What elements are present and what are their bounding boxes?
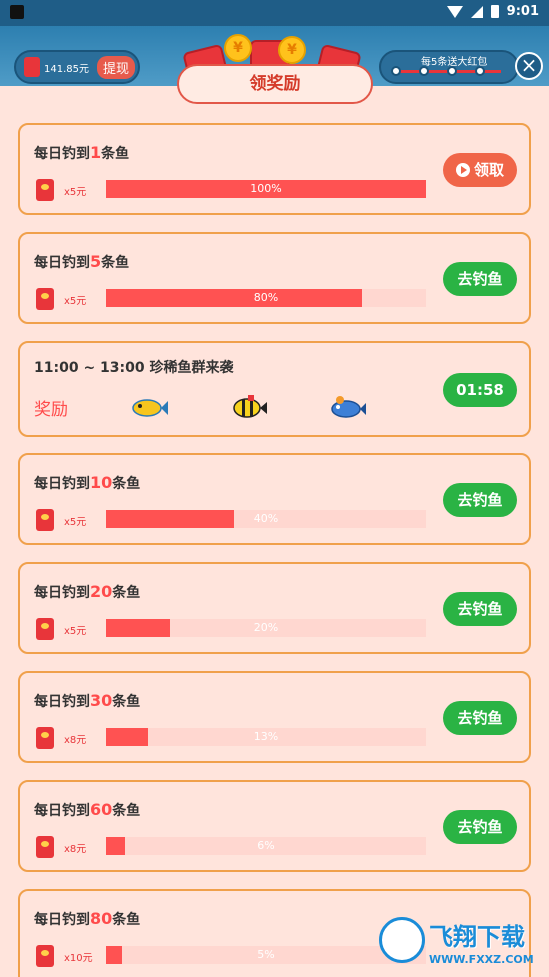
reward-amount: x8元 <box>64 844 87 855</box>
red-envelope-icon <box>36 509 54 531</box>
go-fishing-button[interactable]: 去钓鱼 <box>443 810 517 844</box>
reward-amount: x5元 <box>64 517 87 528</box>
red-envelope-icon <box>36 836 54 858</box>
task-card: 每日钓到20条鱼 x5元 20% 去钓鱼 <box>18 562 531 654</box>
play-icon <box>455 163 470 177</box>
coin-icon: ¥ <box>224 34 252 62</box>
progress-bar: 5% <box>106 946 426 964</box>
withdraw-button[interactable]: 提现 <box>97 55 136 79</box>
watermark-text: 飞翔下载 <box>429 923 525 951</box>
red-envelope-icon <box>36 179 54 201</box>
progress-label: 20% <box>253 621 279 634</box>
task-title: 每日钓到1条鱼 <box>34 143 130 162</box>
go-fishing-button[interactable]: 去钓鱼 <box>443 592 517 626</box>
red-envelope-icon <box>24 57 40 77</box>
progress-bar: 100% <box>106 180 426 198</box>
progress-bar: 6% <box>106 837 426 855</box>
progress-bar: 40% <box>106 510 426 528</box>
go-fishing-button[interactable]: 去钓鱼 <box>443 262 517 296</box>
logo-icon <box>379 917 425 963</box>
task-title: 每日钓到5条鱼 <box>34 252 130 271</box>
reward-amount: x5元 <box>64 187 87 198</box>
progress-dot <box>419 66 429 76</box>
coin-icon: ¥ <box>278 36 306 64</box>
task-title: 每日钓到10条鱼 <box>34 473 141 492</box>
close-icon[interactable]: × <box>515 52 543 80</box>
event-title: 11:00 ~ 13:00 珍稀鱼群来袭 <box>34 360 234 376</box>
red-envelope-icon <box>36 288 54 310</box>
progress-label: 13% <box>253 730 279 743</box>
event-reward-label: 奖励 <box>34 400 68 420</box>
signal-icon <box>470 5 483 18</box>
task-card: 每日钓到10条鱼 x5元 40% 去钓鱼 <box>18 453 531 545</box>
reward-amount: x10元 <box>64 953 93 964</box>
go-fishing-button[interactable]: 去钓鱼 <box>443 701 517 735</box>
clock: 9:01 <box>506 4 539 19</box>
progress-bar: 20% <box>106 619 426 637</box>
reward-amount: x8元 <box>64 735 87 746</box>
battery-icon <box>490 5 499 18</box>
progress-label: 80% <box>253 291 279 304</box>
wifi-icon <box>446 5 463 18</box>
red-envelope-icon <box>36 727 54 749</box>
red-envelope-icon <box>36 618 54 640</box>
watermark-logo: 飞翔下载 WWW.FXXZ.COM <box>379 913 539 975</box>
event-card: 11:00 ~ 13:00 珍稀鱼群来袭 奖励 01:58 <box>18 341 531 437</box>
notification-icon <box>10 5 24 19</box>
progress-label: 40% <box>253 512 279 525</box>
status-icons: 9:01 <box>446 4 539 19</box>
reward-amount: x5元 <box>64 296 87 307</box>
reward-panel: ¥ ¥ 领奖励 每日钓到1条鱼 x5元 100% 领取 每日钓到5条鱼 x5元 … <box>0 34 549 977</box>
fish-icon-yellow <box>132 399 168 417</box>
fish-icon-striped <box>233 395 267 418</box>
progress-label: 6% <box>257 839 275 852</box>
balance-amount: 141.85元 <box>44 63 89 75</box>
claim-button[interactable]: 领取 <box>443 153 517 187</box>
progress-bar: 13% <box>106 728 426 746</box>
status-bar: 9:01 <box>0 0 549 26</box>
fish-icon-blue <box>331 396 366 418</box>
progress-dot <box>391 66 401 76</box>
task-card: 每日钓到60条鱼 x8元 6% 去钓鱼 <box>18 780 531 872</box>
promo-progress: 每5条送大红包 <box>379 50 519 84</box>
balance-pill: 141.85元 提现 <box>14 50 140 84</box>
task-title: 每日钓到60条鱼 <box>34 800 141 819</box>
reward-amount: x5元 <box>64 626 87 637</box>
watermark-url: WWW.FXXZ.COM <box>429 953 534 966</box>
task-title: 每日钓到80条鱼 <box>34 909 141 928</box>
progress-label: 5% <box>257 948 275 961</box>
task-card: 每日钓到5条鱼 x5元 80% 去钓鱼 <box>18 232 531 324</box>
progress-bar: 80% <box>106 289 426 307</box>
go-fishing-button[interactable]: 去钓鱼 <box>443 483 517 517</box>
progress-label: 100% <box>250 182 282 195</box>
task-title: 每日钓到30条鱼 <box>34 691 141 710</box>
task-card: 每日钓到30条鱼 x8元 13% 去钓鱼 <box>18 671 531 763</box>
task-card: 每日钓到1条鱼 x5元 100% 领取 <box>18 123 531 215</box>
red-envelope-icon <box>36 945 54 967</box>
progress-dot <box>447 66 457 76</box>
task-title: 每日钓到20条鱼 <box>34 582 141 601</box>
progress-dot <box>475 66 485 76</box>
countdown-button[interactable]: 01:58 <box>443 373 517 407</box>
panel-title: 领奖励 <box>177 64 373 104</box>
